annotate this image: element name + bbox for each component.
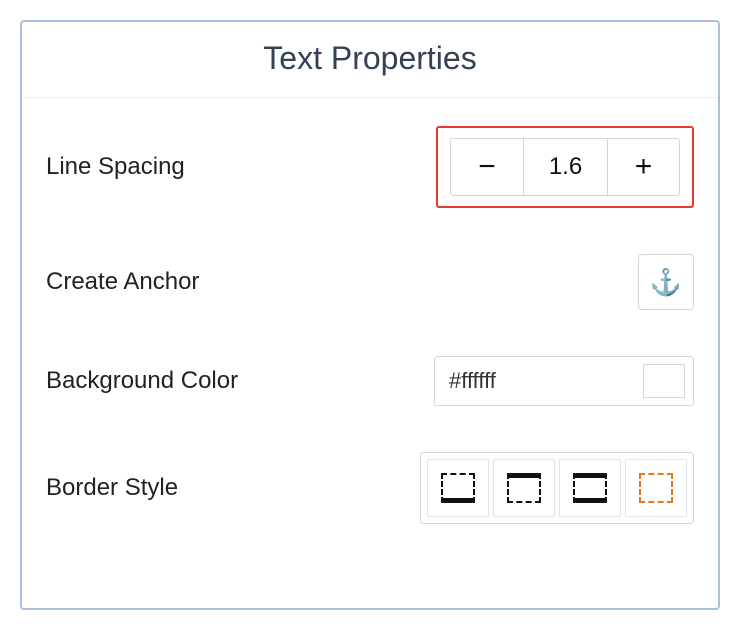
row-line-spacing: Line Spacing − 1.6 +: [46, 126, 694, 208]
border-style-label: Border Style: [46, 474, 178, 502]
border-style-group: [420, 452, 694, 524]
text-properties-panel: Text Properties Line Spacing − 1.6 + Cre…: [20, 20, 720, 610]
background-color-swatch[interactable]: [643, 364, 685, 398]
background-color-group: [434, 356, 694, 406]
row-border-style: Border Style: [46, 452, 694, 524]
anchor-icon: ⚓: [650, 267, 682, 298]
line-spacing-increment-button[interactable]: +: [607, 139, 679, 195]
background-color-input[interactable]: [435, 357, 635, 405]
line-spacing-highlight: − 1.6 +: [436, 126, 694, 208]
plus-icon: +: [635, 150, 653, 184]
row-background-color: Background Color: [46, 356, 694, 406]
border-top-solid-icon: [507, 473, 541, 503]
panel-title: Text Properties: [263, 40, 476, 76]
create-anchor-label: Create Anchor: [46, 268, 199, 296]
border-style-option-bottom-solid[interactable]: [427, 459, 489, 517]
border-bottom-solid-icon: [441, 473, 475, 503]
line-spacing-value: 1.6: [523, 139, 607, 195]
border-dashed-orange-icon: [639, 473, 673, 503]
line-spacing-label: Line Spacing: [46, 153, 185, 181]
panel-header: Text Properties: [22, 22, 718, 98]
border-style-option-top-solid[interactable]: [493, 459, 555, 517]
line-spacing-stepper: − 1.6 +: [450, 138, 680, 196]
border-style-option-top-bottom-solid[interactable]: [559, 459, 621, 517]
border-top-bottom-solid-icon: [573, 473, 607, 503]
minus-icon: −: [478, 150, 496, 184]
border-style-option-dashed-orange[interactable]: [625, 459, 687, 517]
panel-body: Line Spacing − 1.6 + Create Anchor ⚓: [22, 98, 718, 544]
row-create-anchor: Create Anchor ⚓: [46, 254, 694, 310]
background-color-label: Background Color: [46, 367, 238, 395]
line-spacing-decrement-button[interactable]: −: [451, 139, 523, 195]
create-anchor-button[interactable]: ⚓: [638, 254, 694, 310]
